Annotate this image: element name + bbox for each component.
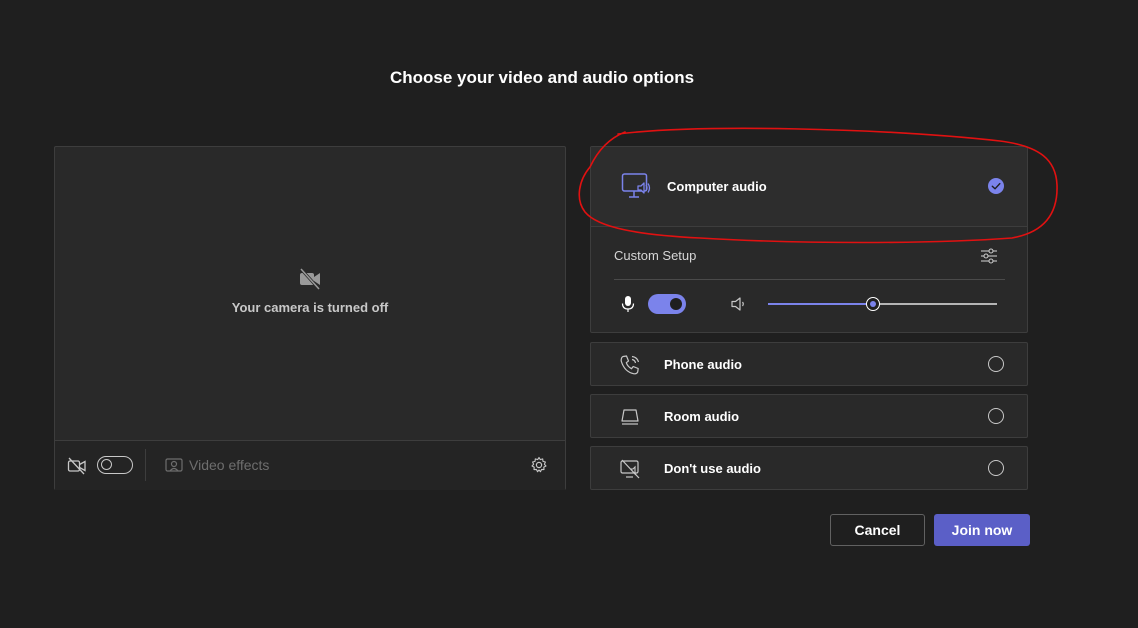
- room-audio-label: Room audio: [664, 409, 740, 424]
- phone-audio-label: Phone audio: [664, 357, 742, 372]
- settings-gear-icon[interactable]: [530, 456, 548, 474]
- cancel-button[interactable]: Cancel: [830, 514, 925, 546]
- device-settings-sliders-icon[interactable]: [980, 247, 998, 265]
- room-audio-radio[interactable]: [988, 408, 1004, 424]
- no-audio-label: Don't use audio: [664, 461, 761, 476]
- selected-check-icon: [988, 178, 1004, 194]
- phone-audio-radio[interactable]: [988, 356, 1004, 372]
- video-preview-panel: Your camera is turned off Video effects: [54, 146, 566, 490]
- camera-off-icon[interactable]: [67, 457, 87, 475]
- speaker-icon: [731, 297, 744, 311]
- no-audio-option[interactable]: Don't use audio: [590, 446, 1028, 490]
- microphone-icon: [621, 296, 635, 312]
- camera-off-message: Your camera is turned off: [231, 300, 389, 315]
- room-audio-option[interactable]: Room audio: [590, 394, 1028, 438]
- page-title: Choose your video and audio options: [389, 68, 695, 87]
- video-preview-area: Your camera is turned off: [55, 147, 565, 440]
- no-audio-radio[interactable]: [988, 460, 1004, 476]
- custom-setup-divider: [614, 279, 1005, 280]
- speaker-volume-slider[interactable]: [768, 297, 997, 311]
- video-effects-icon: [165, 458, 183, 472]
- toolbar-divider: [145, 449, 146, 481]
- custom-setup-label: Custom Setup: [614, 248, 697, 263]
- microphone-toggle[interactable]: [648, 294, 686, 314]
- speaker-volume-thumb[interactable]: [866, 297, 881, 311]
- computer-audio-option[interactable]: Computer audio: [591, 147, 1027, 227]
- no-audio-icon: [620, 459, 640, 479]
- video-effects-button[interactable]: Video effects: [189, 457, 269, 473]
- camera-toggle[interactable]: [97, 456, 133, 474]
- phone-audio-option[interactable]: Phone audio: [590, 342, 1028, 386]
- computer-speaker-icon: [621, 173, 651, 198]
- video-toolbar: Video effects: [55, 440, 565, 490]
- computer-audio-label: Computer audio: [667, 179, 767, 194]
- camera-off-icon: [299, 268, 321, 290]
- phone-icon: [620, 355, 640, 375]
- computer-audio-card: Computer audio Custom Setup: [590, 146, 1028, 333]
- room-display-icon: [621, 409, 639, 425]
- speaker-volume-fill: [768, 303, 874, 305]
- join-now-button[interactable]: Join now: [934, 514, 1030, 546]
